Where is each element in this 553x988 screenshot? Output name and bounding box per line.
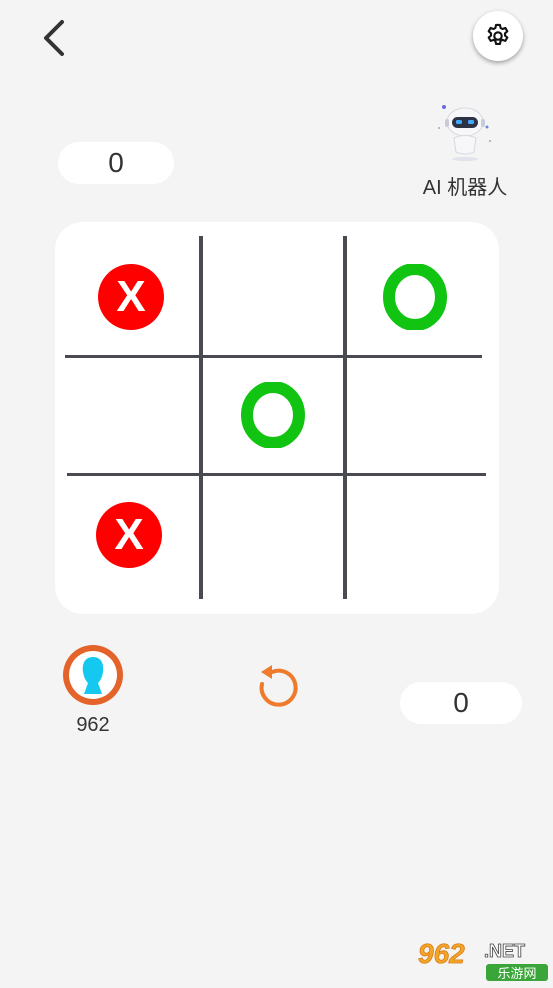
board-cell-4[interactable]: [205, 360, 341, 470]
ai-player-name: AI 机器人: [422, 177, 508, 199]
user-silhouette-icon: [63, 645, 123, 705]
player-score: 0: [400, 682, 522, 724]
watermark-logo: 962 .NET 乐游网: [414, 935, 553, 983]
svg-text:乐游网: 乐游网: [497, 967, 536, 982]
game-board: X X: [55, 222, 499, 614]
x-mark: X: [96, 502, 162, 568]
restart-button[interactable]: [250, 662, 302, 714]
robot-icon: [433, 100, 495, 162]
x-mark: X: [98, 264, 164, 330]
o-mark: [241, 382, 305, 448]
grid-line-horizontal-1: [65, 355, 482, 358]
board-cell-8[interactable]: [347, 480, 483, 590]
board-cell-7[interactable]: [205, 480, 341, 590]
back-button[interactable]: [36, 16, 76, 60]
player-name: 962: [76, 714, 110, 736]
o-mark: [383, 264, 447, 330]
player-avatar[interactable]: [62, 644, 124, 706]
svg-text:.NET: .NET: [484, 941, 525, 961]
board-cell-0[interactable]: X: [63, 242, 199, 352]
ai-score: 0: [58, 142, 174, 184]
settings-button[interactable]: [473, 11, 523, 61]
svg-text:962: 962: [418, 938, 465, 969]
grid-line-horizontal-2: [67, 473, 486, 476]
board-cell-5[interactable]: [347, 360, 483, 470]
board-cell-6[interactable]: X: [61, 480, 197, 590]
board-cell-3[interactable]: [61, 360, 197, 470]
chevron-left-icon: [44, 20, 64, 56]
restart-icon: [259, 665, 298, 707]
board-cell-2[interactable]: [347, 242, 483, 352]
gear-icon: [487, 23, 509, 45]
board-cell-1[interactable]: [203, 242, 339, 352]
